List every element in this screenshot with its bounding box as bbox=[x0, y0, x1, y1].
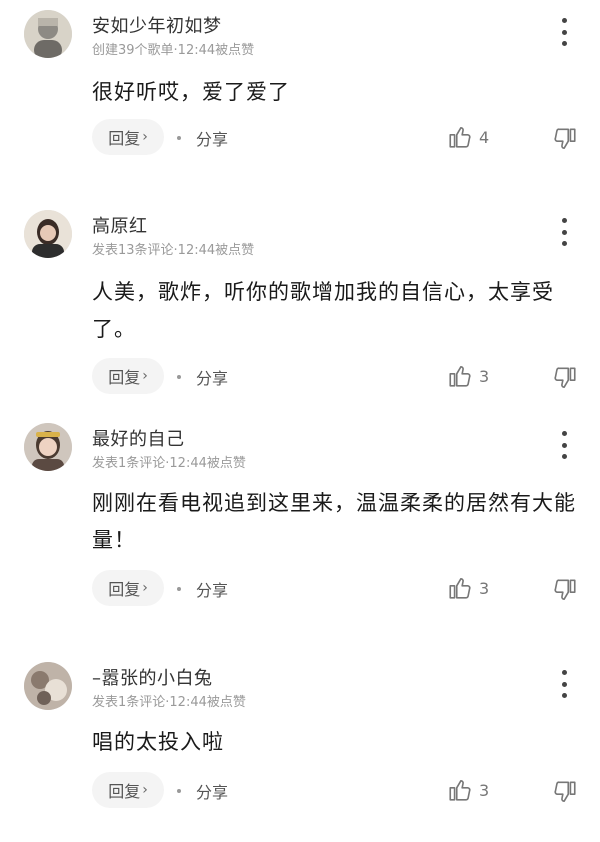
like-button[interactable]: 3 bbox=[447, 363, 489, 389]
more-options-icon[interactable] bbox=[556, 18, 572, 46]
reply-button[interactable]: 回复 › bbox=[92, 772, 164, 808]
thumbs-up-icon bbox=[449, 365, 471, 387]
user-avatar[interactable] bbox=[24, 423, 72, 471]
share-button[interactable]: 分享 bbox=[196, 126, 228, 150]
comment-text: 很好听哎，爱了爱了 bbox=[92, 80, 290, 104]
share-button[interactable]: 分享 bbox=[196, 577, 228, 601]
thumbs-down-icon bbox=[554, 128, 576, 150]
like-button[interactable]: 4 bbox=[447, 124, 489, 150]
thumbs-down-icon bbox=[554, 781, 576, 803]
dislike-button[interactable] bbox=[552, 577, 578, 603]
thumbs-down-icon bbox=[554, 367, 576, 389]
username[interactable]: 最好的自己 bbox=[92, 425, 185, 451]
comment-meta: 创建39个歌单·12:44被点赞 bbox=[92, 43, 255, 58]
more-options-icon[interactable] bbox=[556, 431, 572, 459]
separator-dot bbox=[177, 136, 181, 140]
chevron-right-icon: › bbox=[142, 580, 148, 596]
thumbs-up-icon bbox=[449, 779, 471, 801]
username[interactable]: 安如少年初如梦 bbox=[92, 12, 222, 38]
reply-label: 回复 bbox=[108, 580, 141, 599]
more-options-icon[interactable] bbox=[556, 218, 572, 246]
more-options-icon[interactable] bbox=[556, 670, 572, 698]
avatar-icon bbox=[24, 423, 72, 471]
username[interactable]: –嚣张的小白兔 bbox=[92, 664, 213, 690]
like-count: 3 bbox=[479, 780, 490, 800]
chevron-right-icon: › bbox=[142, 782, 148, 798]
avatar-icon bbox=[24, 210, 72, 258]
user-avatar[interactable] bbox=[24, 662, 72, 710]
comment-meta: 发表1条评论·12:44被点赞 bbox=[92, 456, 246, 471]
user-avatar[interactable] bbox=[24, 210, 72, 258]
chevron-right-icon: › bbox=[142, 368, 148, 384]
share-button[interactable]: 分享 bbox=[196, 365, 228, 389]
dislike-button[interactable] bbox=[552, 779, 578, 805]
separator-dot bbox=[177, 587, 181, 591]
thumbs-down-icon bbox=[554, 579, 576, 601]
comment-text: 刚刚在看电视追到这里来，温温柔柔的居然有大能量！ bbox=[92, 491, 576, 552]
separator-dot bbox=[177, 375, 181, 379]
avatar-icon bbox=[24, 10, 72, 58]
like-count: 3 bbox=[479, 366, 490, 386]
comment-text: 人美，歌炸，听你的歌增加我的自信心，太享受了。 bbox=[92, 280, 554, 341]
reply-label: 回复 bbox=[108, 782, 141, 801]
reply-button[interactable]: 回复 › bbox=[92, 358, 164, 394]
comment-meta: 发表1条评论·12:44被点赞 bbox=[92, 695, 246, 710]
like-button[interactable]: 3 bbox=[447, 777, 489, 803]
username[interactable]: 高原红 bbox=[92, 212, 148, 238]
dislike-button[interactable] bbox=[552, 365, 578, 391]
user-avatar[interactable] bbox=[24, 10, 72, 58]
like-count: 3 bbox=[479, 578, 490, 598]
reply-label: 回复 bbox=[108, 129, 141, 148]
reply-button[interactable]: 回复 › bbox=[92, 570, 164, 606]
avatar-icon bbox=[24, 662, 72, 710]
chevron-right-icon: › bbox=[142, 129, 148, 145]
like-button[interactable]: 3 bbox=[447, 575, 489, 601]
like-count: 4 bbox=[479, 127, 490, 147]
reply-label: 回复 bbox=[108, 368, 141, 387]
thumbs-up-icon bbox=[449, 577, 471, 599]
reply-button[interactable]: 回复 › bbox=[92, 119, 164, 155]
comment-text: 唱的太投入啦 bbox=[92, 730, 224, 754]
dislike-button[interactable] bbox=[552, 126, 578, 152]
comment-meta: 发表13条评论·12:44被点赞 bbox=[92, 243, 255, 258]
thumbs-up-icon bbox=[449, 126, 471, 148]
separator-dot bbox=[177, 789, 181, 793]
share-button[interactable]: 分享 bbox=[196, 779, 228, 803]
